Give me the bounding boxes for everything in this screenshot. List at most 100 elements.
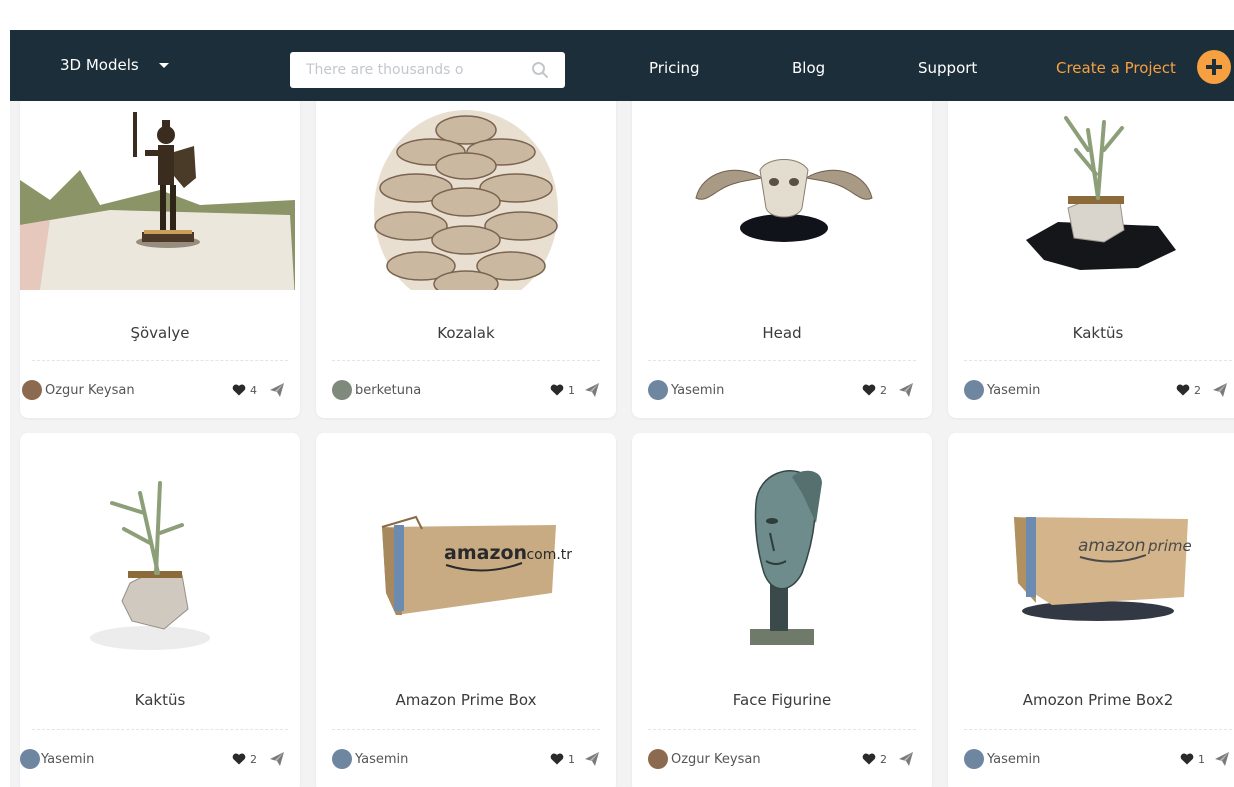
card-footer: berketuna 1 <box>316 380 616 402</box>
model-thumbnail[interactable] <box>632 433 932 663</box>
model-title[interactable]: Head <box>632 324 932 342</box>
author-name[interactable]: Yasemin <box>671 383 724 398</box>
caret-down-icon <box>158 62 169 68</box>
models-dropdown[interactable]: 3D Models <box>60 56 169 74</box>
svg-text:amazon: amazon <box>444 542 527 564</box>
models-dropdown-label: 3D Models <box>60 56 139 74</box>
send-icon[interactable] <box>584 382 600 398</box>
svg-text:prime: prime <box>1147 537 1192 555</box>
like-count: 2 <box>880 384 887 397</box>
avatar[interactable] <box>332 749 352 769</box>
avatar[interactable] <box>332 380 352 400</box>
card-divider <box>648 360 916 361</box>
heart-icon[interactable] <box>862 384 876 396</box>
card-footer: Ozgur Keysan 4 <box>20 380 300 402</box>
model-card[interactable]: Face Figurine Ozgur Keysan 2 <box>632 433 932 787</box>
like-count: 2 <box>250 753 257 766</box>
ram-skull-thumbnail-image <box>695 159 873 242</box>
model-card[interactable]: amazon .com.tr Amazon Prime Box Yasemin … <box>316 433 616 787</box>
plus-icon[interactable] <box>1197 50 1231 84</box>
heart-icon[interactable] <box>232 753 246 765</box>
model-thumbnail[interactable] <box>20 90 300 290</box>
model-thumbnail[interactable] <box>948 90 1234 290</box>
send-icon[interactable] <box>1214 751 1230 767</box>
card-divider <box>964 729 1232 730</box>
model-card[interactable]: Şövalye Ozgur Keysan 4 <box>20 90 300 418</box>
face-figurine-thumbnail-image <box>750 470 822 645</box>
browser-viewport: Şövalye Ozgur Keysan 4 Kozalak berketuna… <box>10 30 1234 787</box>
card-footer: Yasemin 1 <box>948 749 1234 771</box>
model-title[interactable]: Amozon Prime Box2 <box>948 691 1234 709</box>
amazon-box-thumbnail-image: amazon prime <box>1014 517 1192 621</box>
card-divider <box>964 360 1232 361</box>
model-title[interactable]: Face Figurine <box>632 691 932 709</box>
like-count: 1 <box>1198 753 1205 766</box>
knight-thumbnail-image <box>20 112 295 290</box>
model-title[interactable]: Kaktüs <box>20 691 300 709</box>
card-divider <box>648 729 916 730</box>
model-title[interactable]: Amazon Prime Box <box>316 691 616 709</box>
model-card[interactable]: Kozalak berketuna 1 <box>316 90 616 418</box>
heart-icon[interactable] <box>1176 384 1190 396</box>
avatar[interactable] <box>20 749 40 769</box>
card-footer: Ozgur Keysan 2 <box>632 749 932 771</box>
search-icon[interactable] <box>531 61 549 79</box>
avatar[interactable] <box>648 380 668 400</box>
card-footer: Yasemin 2 <box>632 380 932 402</box>
top-navbar: 3D Models Pricing Blog Support Create a … <box>10 30 1234 101</box>
nav-support-link[interactable]: Support <box>918 59 977 77</box>
heart-icon[interactable] <box>550 384 564 396</box>
avatar[interactable] <box>648 749 668 769</box>
nav-blog-link[interactable]: Blog <box>792 59 825 77</box>
model-thumbnail[interactable]: amazon prime <box>948 433 1234 663</box>
model-card[interactable]: amazon prime Amozon Prime Box2 Yasemin 1 <box>948 433 1234 787</box>
card-divider <box>32 729 288 730</box>
avatar[interactable] <box>964 749 984 769</box>
card-footer: Yasemin 2 <box>948 380 1234 402</box>
card-divider <box>332 360 600 361</box>
send-icon[interactable] <box>269 751 285 767</box>
nav-pricing-link[interactable]: Pricing <box>649 59 700 77</box>
model-thumbnail[interactable]: amazon .com.tr <box>316 433 616 663</box>
author-name[interactable]: Ozgur Keysan <box>45 383 135 398</box>
model-title[interactable]: Şövalye <box>20 324 300 342</box>
send-icon[interactable] <box>1212 382 1228 398</box>
heart-icon[interactable] <box>862 753 876 765</box>
search-box[interactable] <box>290 52 565 88</box>
card-divider <box>32 360 288 361</box>
model-card[interactable]: Head Yasemin 2 <box>632 90 932 418</box>
cactus-thumbnail-image <box>90 481 210 650</box>
author-name[interactable]: Yasemin <box>355 752 408 767</box>
like-count: 1 <box>568 753 575 766</box>
model-title[interactable]: Kozalak <box>316 324 616 342</box>
model-thumbnail[interactable] <box>316 90 616 290</box>
model-thumbnail[interactable] <box>632 90 932 290</box>
model-card[interactable]: Kaktüs Yasemin 2 <box>20 433 300 787</box>
send-icon[interactable] <box>269 382 285 398</box>
card-divider <box>332 729 600 730</box>
like-count: 2 <box>880 753 887 766</box>
heart-icon[interactable] <box>1180 753 1194 765</box>
svg-text:amazon: amazon <box>1078 536 1146 556</box>
send-icon[interactable] <box>584 751 600 767</box>
like-count: 2 <box>1194 384 1201 397</box>
create-project-link[interactable]: Create a Project <box>1056 59 1176 77</box>
author-name[interactable]: Yasemin <box>41 752 94 767</box>
author-name[interactable]: berketuna <box>355 383 421 398</box>
card-footer: Yasemin 1 <box>316 749 616 771</box>
author-name[interactable]: Ozgur Keysan <box>671 752 761 767</box>
send-icon[interactable] <box>898 751 914 767</box>
model-thumbnail[interactable] <box>20 433 300 663</box>
send-icon[interactable] <box>898 382 914 398</box>
heart-icon[interactable] <box>232 384 246 396</box>
heart-icon[interactable] <box>550 753 564 765</box>
avatar[interactable] <box>964 380 984 400</box>
author-name[interactable]: Yasemin <box>987 752 1040 767</box>
search-input[interactable] <box>306 62 526 78</box>
cactus-thumbnail-image <box>1026 116 1176 270</box>
avatar[interactable] <box>22 380 42 400</box>
model-title[interactable]: Kaktüs <box>948 324 1234 342</box>
like-count: 4 <box>250 384 257 397</box>
author-name[interactable]: Yasemin <box>987 383 1040 398</box>
model-card[interactable]: Kaktüs Yasemin 2 <box>948 90 1234 418</box>
